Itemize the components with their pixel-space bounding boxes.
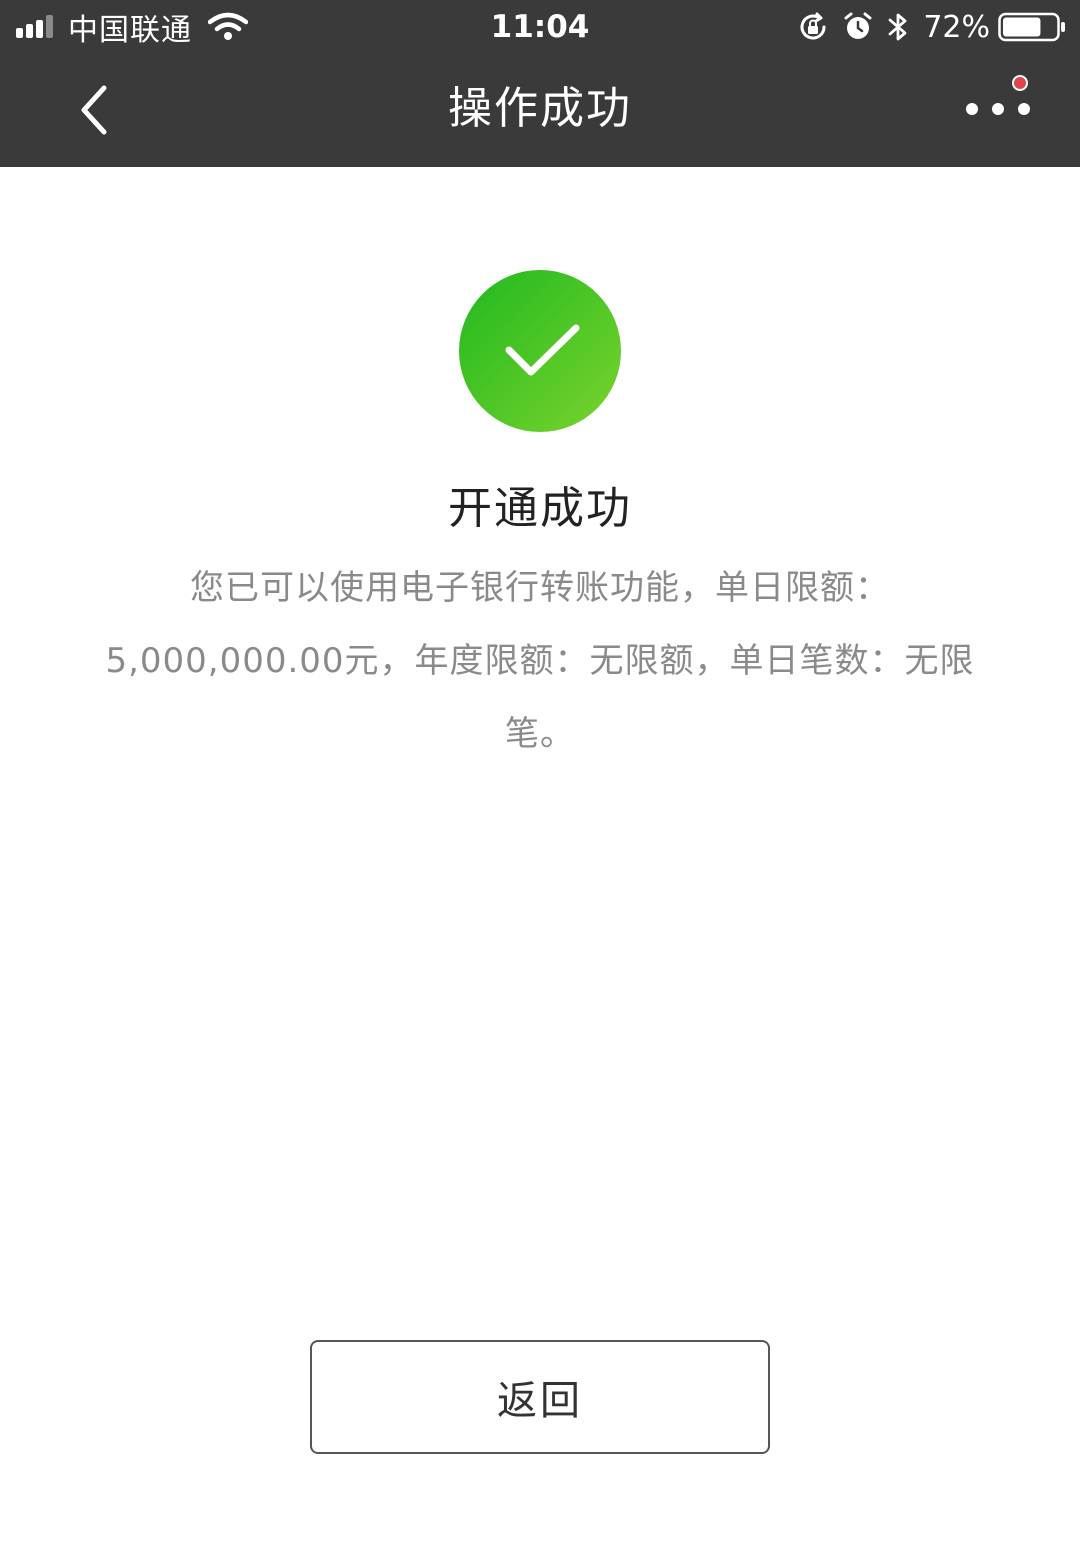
checkmark-circle-icon: [459, 270, 621, 432]
return-button[interactable]: 返回: [310, 1340, 770, 1454]
more-button[interactable]: [954, 72, 1034, 142]
lock-rotation-icon: [800, 12, 826, 40]
result-title: 开通成功: [448, 483, 632, 534]
nav-bar: 操作成功: [0, 54, 1080, 167]
battery-icon: [998, 12, 1065, 42]
status-right: 72%: [797, 0, 1066, 54]
status-bar: 中国联通 11:04 72%: [0, 0, 1080, 54]
result-content: 开通成功 您已可以使用电子银行转账功能，单日限额：5,000,000.00元，年…: [0, 167, 1080, 1543]
result-description: 您已可以使用电子银行转账功能，单日限额：5,000,000.00元，年度限额：无…: [105, 568, 975, 754]
alarm-icon: [844, 12, 872, 39]
more-dots-icon: [966, 75, 1030, 115]
battery-percent: 72%: [923, 9, 990, 45]
bluetooth-icon: [888, 13, 907, 41]
page-title: 操作成功: [448, 83, 632, 134]
notification-dot: [1012, 75, 1028, 91]
